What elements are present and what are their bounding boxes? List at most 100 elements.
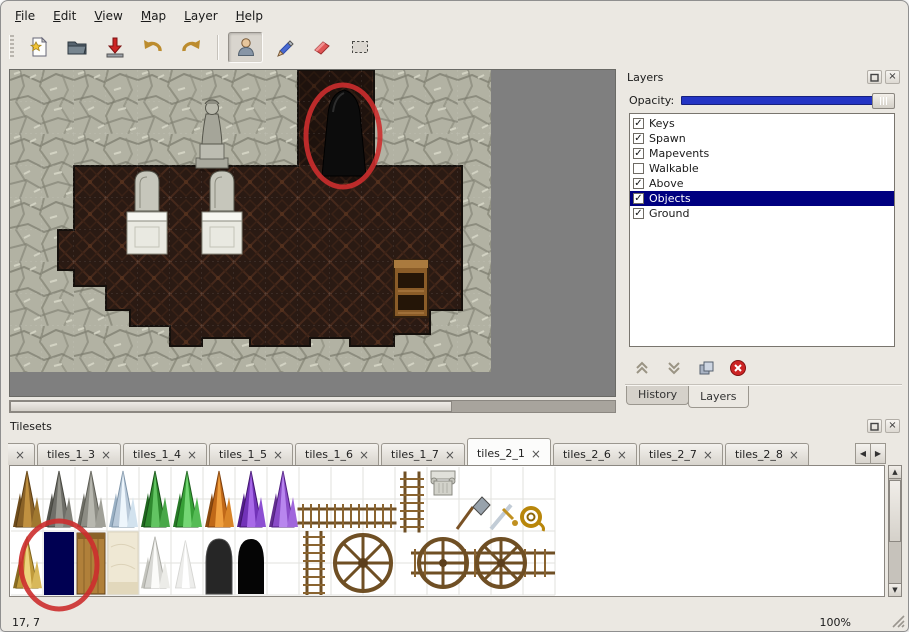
tab-close-icon[interactable]: × xyxy=(445,449,455,461)
tab-close-icon[interactable]: × xyxy=(703,449,713,461)
layer-row-ground[interactable]: Ground xyxy=(630,206,894,221)
scroll-down-arrow[interactable]: ▼ xyxy=(889,583,901,596)
toolbar-grip xyxy=(9,35,14,59)
tileset-tab-tiles-1-6[interactable]: tiles_1_6 × xyxy=(295,443,379,465)
tile-grid xyxy=(10,70,491,372)
tileset-tab-tiles-1-3[interactable]: tiles_1_3 × xyxy=(37,443,121,465)
tab-history[interactable]: History xyxy=(626,386,689,405)
layer-visibility-checkbox[interactable] xyxy=(633,163,644,174)
tileset-tab-tiles-2-6[interactable]: tiles_2_6 × xyxy=(553,443,637,465)
tileset-tab-tiles-2-1[interactable]: tiles_2_1 × xyxy=(467,438,551,465)
layer-visibility-checkbox[interactable] xyxy=(633,118,644,129)
close-panel-icon[interactable]: × xyxy=(885,70,900,84)
layers-panel-title: Layers xyxy=(627,71,864,84)
layer-visibility-checkbox[interactable] xyxy=(633,148,644,159)
layer-row-mapevents[interactable]: Mapevents xyxy=(630,146,894,161)
undo-button[interactable] xyxy=(135,32,170,63)
redo-button[interactable] xyxy=(173,32,208,63)
tab-close-icon[interactable]: × xyxy=(187,449,197,461)
delete-layer-button[interactable] xyxy=(729,359,747,380)
tab-layers[interactable]: Layers xyxy=(688,386,748,408)
track-wheel-tiles xyxy=(303,531,555,595)
tab-scroll-right-button[interactable]: ▶ xyxy=(870,443,886,464)
entity-tool-button[interactable] xyxy=(228,32,263,63)
close-panel-icon[interactable]: × xyxy=(885,419,900,433)
tileset-tab-tiles-2-8[interactable]: tiles_2_8 × xyxy=(725,443,809,465)
menu-view[interactable]: View xyxy=(86,6,130,26)
opacity-slider-handle[interactable] xyxy=(872,93,895,109)
layer-visibility-checkbox[interactable] xyxy=(633,178,644,189)
layers-panel: Layers × Opacity: Keys Spawn Mapeven xyxy=(623,69,904,410)
tileset-tab-tiles-1-5[interactable]: tiles_1_5 × xyxy=(209,443,293,465)
tileset-tab-tiles-2-7[interactable]: tiles_2_7 × xyxy=(639,443,723,465)
tilesets-panel-title: Tilesets xyxy=(10,420,864,433)
move-layer-up-button[interactable] xyxy=(633,359,651,380)
open-map-button[interactable] xyxy=(59,32,94,63)
menu-map[interactable]: Map xyxy=(133,6,174,26)
tileset-tab-tiles-1-7[interactable]: tiles_1_7 × xyxy=(381,443,465,465)
dock-tab-bar: History Layers xyxy=(626,386,748,410)
tileset-tab-tiles-1-4[interactable]: tiles_1_4 × xyxy=(123,443,207,465)
float-panel-icon[interactable] xyxy=(867,70,882,84)
layer-label: Keys xyxy=(649,117,675,130)
menu-edit[interactable]: Edit xyxy=(45,6,84,26)
tilesets-panel: Tilesets × 5 × tiles_1_3 × tiles_1_4 × t… xyxy=(6,418,904,614)
layer-visibility-checkbox[interactable] xyxy=(633,193,644,204)
tab-close-icon[interactable]: × xyxy=(789,449,799,461)
column-capital-tile xyxy=(431,471,455,495)
float-panel-icon[interactable] xyxy=(867,419,882,433)
layer-visibility-checkbox[interactable] xyxy=(633,133,644,144)
redo-icon xyxy=(179,35,203,59)
map-render xyxy=(10,70,491,372)
layer-row-spawn[interactable]: Spawn xyxy=(630,131,894,146)
select-tool-button[interactable] xyxy=(342,32,377,63)
tileset-tab-5[interactable]: 5 × xyxy=(8,443,35,465)
tab-close-icon[interactable]: × xyxy=(617,449,627,461)
layer-label: Ground xyxy=(649,207,689,220)
tab-close-icon[interactable]: × xyxy=(531,448,541,460)
scroll-up-arrow[interactable]: ▲ xyxy=(889,466,901,479)
tileset-render xyxy=(11,467,885,597)
tileset-scrollbar-thumb[interactable] xyxy=(889,480,901,542)
layer-row-walkable[interactable]: Walkable xyxy=(630,161,894,176)
opacity-label: Opacity: xyxy=(629,94,674,107)
tab-close-icon[interactable]: × xyxy=(101,449,111,461)
tab-close-icon[interactable]: × xyxy=(359,449,369,461)
tool-bar xyxy=(9,29,377,65)
layer-visibility-checkbox[interactable] xyxy=(633,208,644,219)
cabinet-object[interactable] xyxy=(394,260,428,317)
layer-list: Keys Spawn Mapevents Walkable Above Obje… xyxy=(629,113,895,347)
map-scrollbar-horizontal[interactable] xyxy=(9,400,616,413)
tab-close-icon[interactable]: × xyxy=(273,449,283,461)
map-scrollbar-thumb[interactable] xyxy=(10,401,452,412)
selected-tile[interactable] xyxy=(44,532,74,595)
tileset-scrollbar-vertical[interactable]: ▲ ▼ xyxy=(888,465,902,597)
selection-rectangle-icon xyxy=(348,35,372,59)
person-icon xyxy=(234,35,258,59)
resize-grip[interactable] xyxy=(891,614,905,628)
tab-close-icon[interactable]: × xyxy=(15,449,25,461)
menu-help[interactable]: Help xyxy=(228,6,271,26)
new-file-icon xyxy=(27,35,51,59)
layer-row-keys[interactable]: Keys xyxy=(630,116,894,131)
tileset-canvas[interactable] xyxy=(9,465,885,597)
layer-row-above[interactable]: Above xyxy=(630,176,894,191)
new-map-button[interactable] xyxy=(21,32,56,63)
toolbar-separator xyxy=(217,35,219,60)
menu-layer[interactable]: Layer xyxy=(176,6,225,26)
opacity-slider[interactable] xyxy=(681,96,895,105)
eraser-tool-button[interactable] xyxy=(304,32,339,63)
duplicate-layer-button[interactable] xyxy=(697,359,715,380)
chevron-down-icon xyxy=(665,359,683,377)
cloth-tile xyxy=(108,532,138,594)
move-layer-down-button[interactable] xyxy=(665,359,683,380)
map-canvas[interactable] xyxy=(9,69,616,397)
status-bar: 17, 7 100% xyxy=(1,613,908,631)
menu-file[interactable]: File xyxy=(7,6,43,26)
layer-row-objects[interactable]: Objects xyxy=(630,191,894,206)
tab-scroll-left-button[interactable]: ◀ xyxy=(855,443,871,464)
tileset-tab-bar: 5 × tiles_1_3 × tiles_1_4 × tiles_1_5 × … xyxy=(8,436,862,465)
save-map-button[interactable] xyxy=(97,32,132,63)
save-icon xyxy=(103,35,127,59)
brush-tool-button[interactable] xyxy=(266,32,301,63)
